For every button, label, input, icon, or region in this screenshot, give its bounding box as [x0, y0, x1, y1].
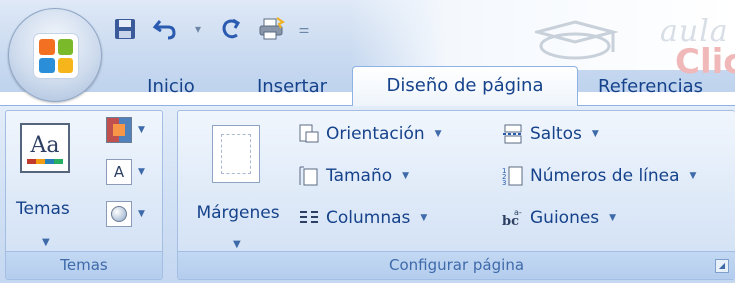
- group-configurar-pagina-label: Configurar página: [178, 251, 735, 279]
- margenes-label: Márgenes: [196, 203, 280, 223]
- svg-text:3: 3: [502, 179, 506, 187]
- guiones-dropdown-icon: ▼: [609, 213, 617, 223]
- ribbon-panel: Aa Temas ▼ ▼ A ▼ ▼ Temas Márgenes ▼ Orie…: [0, 105, 735, 283]
- theme-effects-dropdown-icon: ▼: [138, 209, 145, 219]
- theme-fonts-icon: A: [106, 159, 132, 185]
- margins-icon: [212, 125, 260, 183]
- undo-icon: [152, 20, 176, 40]
- tab-referencias[interactable]: Referencias: [578, 70, 713, 106]
- numeros-de-linea-label: Números de línea: [530, 166, 680, 186]
- group-configurar-pagina: Márgenes ▼ Orientación ▼ Tamaño ▼ Column…: [177, 110, 735, 280]
- quick-print-button[interactable]: [254, 14, 288, 44]
- page-size-icon: [298, 165, 320, 187]
- office-logo-icon: [34, 34, 78, 78]
- tamano-dropdown-icon: ▼: [402, 171, 410, 181]
- svg-text:a-: a-: [514, 208, 522, 217]
- saltos-button[interactable]: Saltos ▼: [502, 119, 599, 149]
- redo-icon: [222, 18, 241, 39]
- save-icon: [115, 19, 135, 39]
- orientacion-dropdown-icon: ▼: [434, 129, 442, 139]
- save-button[interactable]: [108, 14, 142, 44]
- temas-dropdown-icon: ▼: [42, 237, 50, 248]
- tab-inicio[interactable]: Inicio: [110, 70, 232, 106]
- page-setup-dialog-launcher-icon[interactable]: ◢: [715, 259, 729, 273]
- group-temas-label: Temas: [6, 251, 162, 279]
- watermark-logo: aula Clic: [531, 8, 735, 82]
- guiones-label: Guiones: [530, 208, 600, 228]
- margenes-dropdown-icon: ▼: [233, 239, 241, 250]
- orientation-icon: [298, 123, 320, 145]
- numeros-de-linea-button[interactable]: 123 Números de línea ▼: [502, 161, 696, 191]
- theme-fonts-button[interactable]: A ▼: [106, 157, 158, 187]
- breaks-icon: [502, 123, 524, 145]
- theme-colors-dropdown-icon: ▼: [138, 125, 145, 135]
- ribbon-tabs: Inicio Insertar Diseño de página Referen…: [110, 66, 713, 106]
- group-temas: Aa Temas ▼ ▼ A ▼ ▼ Temas: [5, 110, 163, 280]
- customize-toolbar-icon[interactable]: ⚌: [294, 14, 314, 44]
- undo-button[interactable]: [148, 14, 182, 44]
- orientacion-label: Orientación: [326, 124, 425, 144]
- theme-effects-button[interactable]: ▼: [106, 199, 158, 229]
- tamano-label: Tamaño: [326, 166, 393, 186]
- theme-colors-icon: [106, 117, 132, 143]
- office-button[interactable]: [8, 8, 102, 102]
- theme-fonts-dropdown-icon: ▼: [138, 167, 145, 177]
- theme-effects-icon: [106, 201, 132, 227]
- themes-icon: Aa: [20, 123, 70, 173]
- line-numbers-icon: 123: [502, 165, 524, 187]
- hyphenation-icon: bc a-: [502, 207, 524, 229]
- columnas-dropdown-icon: ▼: [420, 213, 428, 223]
- columns-icon: [298, 207, 320, 229]
- undo-dropdown-arrow-icon[interactable]: ▾: [188, 14, 208, 44]
- tab-insertar[interactable]: Insertar: [232, 70, 352, 106]
- temas-button-label: Temas: [16, 199, 70, 219]
- saltos-label: Saltos: [530, 124, 582, 144]
- graduation-cap-icon: [531, 20, 619, 60]
- tamano-button[interactable]: Tamaño ▼: [298, 161, 409, 191]
- orientacion-button[interactable]: Orientación ▼: [298, 119, 442, 149]
- columnas-label: Columnas: [326, 208, 411, 228]
- saltos-dropdown-icon: ▼: [591, 129, 599, 139]
- numeros-de-linea-dropdown-icon: ▼: [689, 171, 697, 181]
- redo-button[interactable]: [214, 14, 248, 44]
- quick-access-toolbar: ▾ ⚌: [108, 14, 314, 44]
- printer-icon: [259, 17, 285, 40]
- temas-button[interactable]: Aa Temas ▼: [16, 119, 98, 249]
- tab-diseno-de-pagina[interactable]: Diseño de página: [352, 66, 578, 106]
- columnas-button[interactable]: Columnas ▼: [298, 203, 427, 233]
- margenes-button[interactable]: Márgenes ▼: [186, 119, 290, 250]
- guiones-button[interactable]: bc a- Guiones ▼: [502, 203, 616, 233]
- theme-colors-button[interactable]: ▼: [106, 115, 158, 145]
